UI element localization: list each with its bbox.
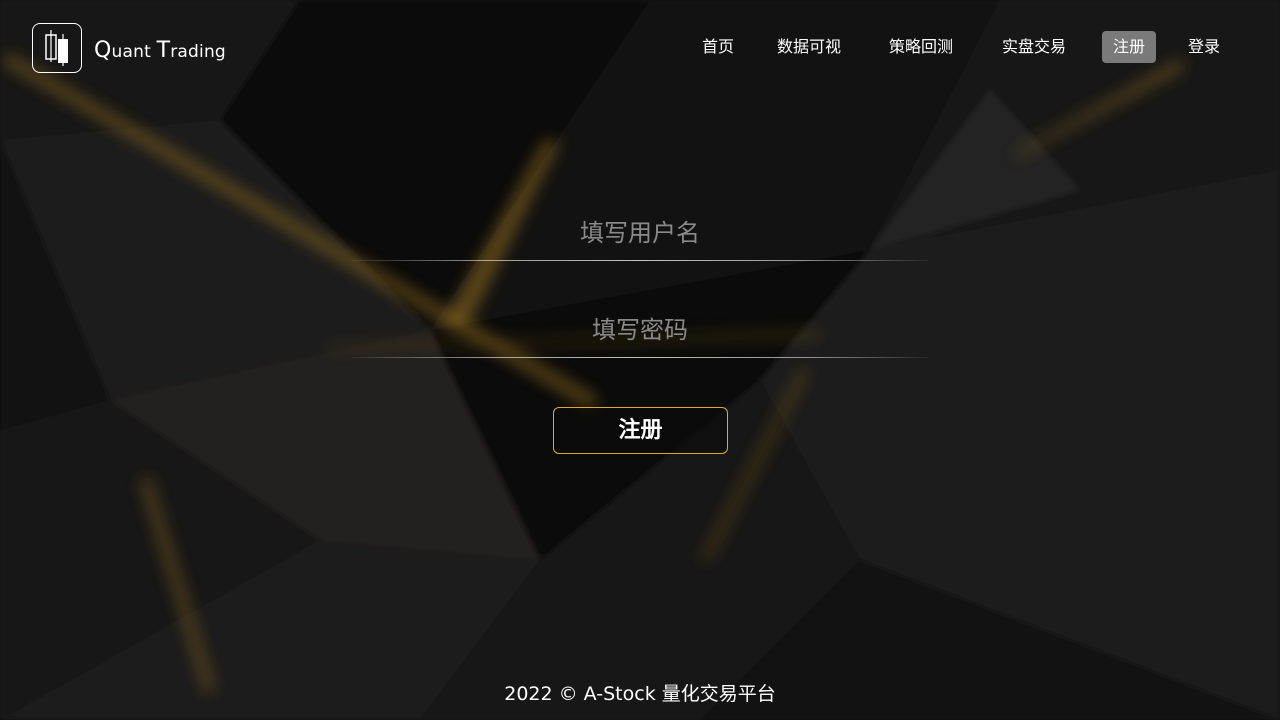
- register-button[interactable]: 注册: [553, 407, 728, 454]
- nav-home[interactable]: 首页: [702, 31, 734, 63]
- nav-live-trading[interactable]: 实盘交易: [1002, 31, 1066, 63]
- username-input[interactable]: [352, 207, 928, 259]
- top-nav: 首页 数据可视 策略回测 实盘交易 注册 登录: [0, 31, 1280, 63]
- nav-data-visualization[interactable]: 数据可视: [777, 31, 841, 63]
- nav-register[interactable]: 注册: [1102, 31, 1157, 63]
- nav-login[interactable]: 登录: [1188, 31, 1220, 63]
- nav-strategy-backtest[interactable]: 策略回测: [889, 31, 953, 63]
- background-graphic: [0, 0, 1280, 720]
- username-field-wrap: [352, 207, 928, 261]
- password-input[interactable]: [352, 304, 928, 356]
- username-underline: [352, 260, 928, 261]
- password-underline: [352, 357, 928, 358]
- footer-copyright: 2022 © A-Stock 量化交易平台: [504, 683, 776, 705]
- password-field-wrap: [352, 304, 928, 358]
